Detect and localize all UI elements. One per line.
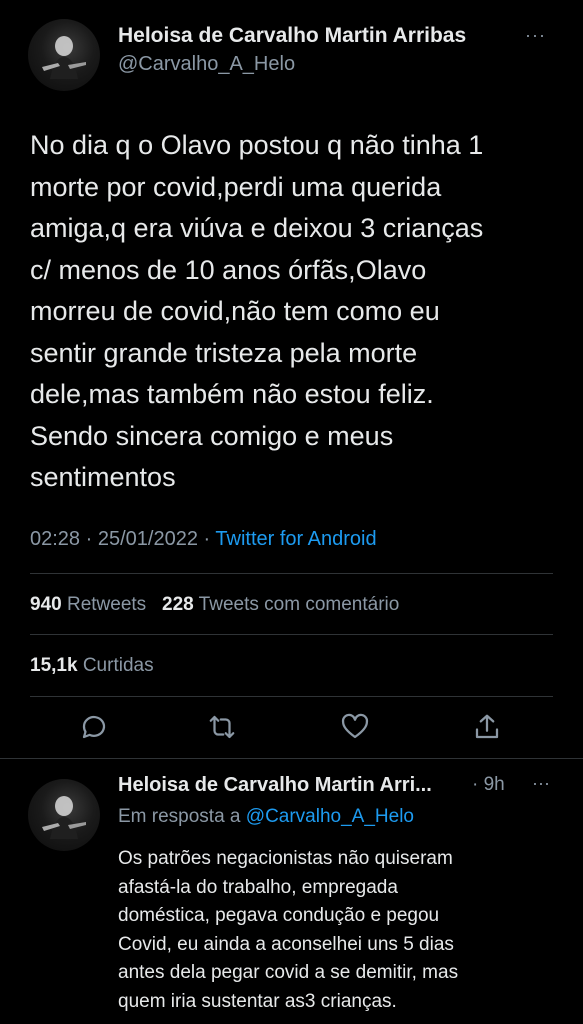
more-options-icon[interactable]: ···	[532, 773, 550, 794]
reply-tweet[interactable]: Heloisa de Carvalho Martin Arri... · 9h …	[0, 759, 583, 1024]
avatar-photo	[42, 36, 86, 79]
tweet-date: 25/01/2022	[97, 528, 198, 550]
reply-display-name[interactable]: Heloisa de Carvalho Martin Arri...	[118, 774, 432, 797]
retweets-count: 940	[30, 594, 62, 615]
action-bar	[0, 712, 583, 748]
divider	[30, 696, 553, 697]
reply-time: · 9h	[472, 774, 505, 795]
replying-to: Em resposta a @Carvalho_A_Helo	[118, 806, 414, 828]
likes-count: 15,1k	[30, 655, 78, 676]
share-icon[interactable]	[472, 712, 502, 742]
handle[interactable]: @Carvalho_A_Helo	[118, 53, 295, 76]
more-options-icon[interactable]: ···	[525, 25, 546, 46]
replying-prefix: Em resposta a	[118, 806, 241, 827]
quotes-label: Tweets com comentário	[198, 594, 400, 615]
tweet-time: 02:28	[30, 528, 81, 550]
likes-stat[interactable]: 15,1k Curtidas	[30, 655, 154, 677]
meta-dot: ·	[85, 528, 93, 550]
retweet-icon[interactable]	[207, 712, 237, 742]
likes-label: Curtidas	[82, 655, 154, 676]
mention-link[interactable]: @Carvalho_A_Helo	[246, 806, 414, 827]
tweet-source-link[interactable]: Twitter for Android	[215, 528, 376, 550]
retweets-stat[interactable]: 940 Retweets	[30, 594, 146, 615]
divider	[30, 634, 553, 635]
reply-icon[interactable]	[79, 712, 109, 742]
quotes-count: 228	[162, 594, 194, 615]
meta-dot: ·	[203, 528, 211, 550]
heart-icon[interactable]	[340, 712, 370, 742]
avatar-photo	[42, 796, 86, 839]
avatar[interactable]	[28, 779, 100, 851]
reply-text: Os patrões negacionistas não quiseram af…	[118, 848, 459, 1012]
tweet-text: No dia q o Olavo postou q não tinha 1 mo…	[30, 130, 484, 492]
tweet-meta: 02:28 · 25/01/2022 · Twitter for Android	[30, 528, 377, 551]
display-name[interactable]: Heloisa de Carvalho Martin Arribas	[118, 24, 466, 48]
quotes-stat[interactable]: 228 Tweets com comentário	[162, 594, 399, 615]
engagement-stats: 940 Retweets 228 Tweets com comentário	[30, 594, 399, 616]
divider	[30, 573, 553, 574]
avatar[interactable]	[28, 19, 100, 91]
retweets-label: Retweets	[66, 594, 147, 615]
